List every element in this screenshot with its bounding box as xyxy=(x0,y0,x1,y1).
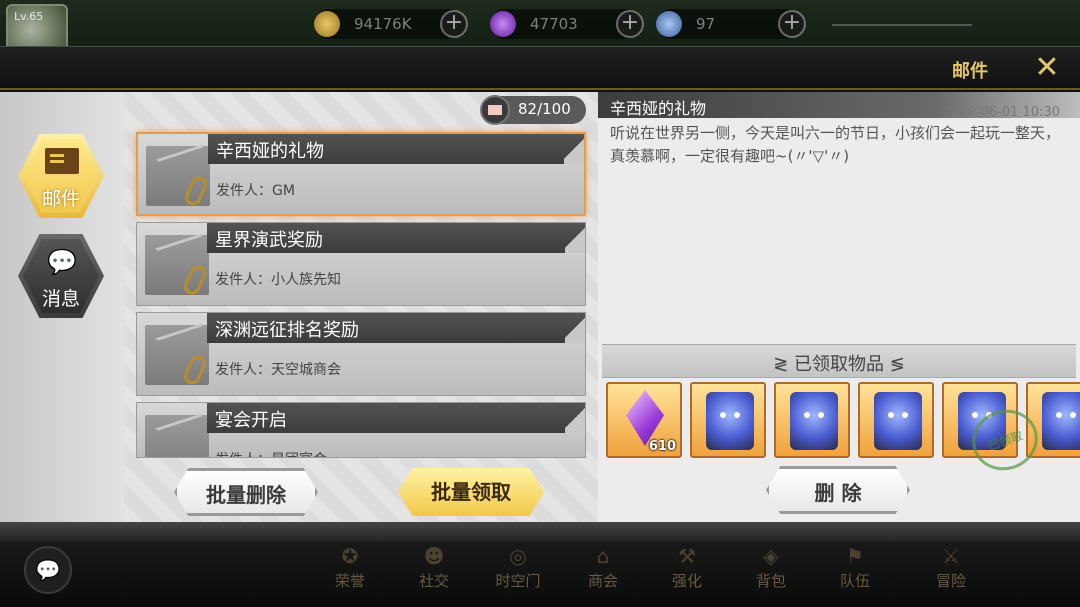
received-items-label: ≷ 已领取物品 ≶ xyxy=(773,354,905,375)
adventure-icon: ⚔ xyxy=(942,544,960,568)
mail-item[interactable]: 星界演武奖励 发件人：小人族先知 xyxy=(136,222,586,306)
add-crystal-button[interactable]: + xyxy=(616,10,644,38)
slime-card-icon xyxy=(706,392,754,450)
mailbox-icon xyxy=(480,95,510,125)
mail-subject: 宴会开启 xyxy=(215,410,287,431)
mail-item[interactable]: 辛西娅的礼物 发件人：GM xyxy=(136,132,586,216)
gold-resource: 94176K + xyxy=(314,9,468,39)
enhance-icon: ⚒ xyxy=(678,544,696,568)
bottom-nav-bar: 💬 ✪ 荣誉 ☻ 社交 ◎ 时空门 ⌂ 商会 ⚒ 强化 ◈ 背包 ⚑ 队伍 ⚔ … xyxy=(0,522,1080,607)
tab-mail-label: 邮件 xyxy=(41,188,80,210)
nav-enhance[interactable]: ⚒ 强化 xyxy=(650,544,724,604)
add-stamina-button[interactable]: + xyxy=(778,10,806,38)
mail-subject: 深渊远征排名奖励 xyxy=(215,320,359,341)
nav-portal-label: 时空门 xyxy=(495,572,541,590)
mail-sender: 发件人：小人族先知 xyxy=(215,272,341,288)
nav-team[interactable]: ⚑ 队伍 xyxy=(818,544,892,604)
reward-item[interactable] xyxy=(690,382,766,458)
portal-icon: ◎ xyxy=(509,544,527,568)
nav-team-label: 队伍 xyxy=(839,572,870,590)
received-items-header: ≷ 已领取物品 ≶ xyxy=(602,344,1076,378)
nav-shop-label: 商会 xyxy=(587,572,618,590)
mail-detail-panel: 辛西娅的礼物 2020-06-01 10:30 听说在世界另一侧，今天是叫六一的… xyxy=(598,92,1080,522)
close-icon[interactable]: ✕ xyxy=(1030,53,1064,83)
honor-icon: ✪ xyxy=(341,544,359,568)
nav-adventure[interactable]: ⚔ 冒险 xyxy=(914,544,988,604)
batch-delete-button[interactable]: 批量删除 xyxy=(174,468,318,516)
nav-portal[interactable]: ◎ 时空门 xyxy=(481,544,555,604)
tab-messages-label: 消息 xyxy=(41,288,80,310)
player-level: Lv.65 xyxy=(14,10,44,23)
bottom-strip xyxy=(0,522,1080,542)
nav-bag[interactable]: ◈ 背包 xyxy=(734,544,808,604)
crystal-value: 47703 xyxy=(530,15,578,33)
crystal-resource: 47703 + xyxy=(490,9,644,39)
mail-subject: 星界演武奖励 xyxy=(215,230,323,251)
tab-mail[interactable]: 邮件 xyxy=(18,134,104,218)
delete-mail-button[interactable]: 删 除 xyxy=(766,466,910,514)
social-icon: ☻ xyxy=(423,544,445,568)
shop-icon: ⌂ xyxy=(596,544,610,568)
nav-honor[interactable]: ✪ 荣誉 xyxy=(313,544,387,604)
mail-title: 邮件 xyxy=(952,61,988,82)
slime-card-icon xyxy=(1042,392,1080,450)
purple-gem-icon xyxy=(626,390,664,446)
detail-body: 听说在世界另一侧，今天是叫六一的节日，小孩们会一起玩一整天，真羡慕啊，一定很有趣… xyxy=(610,124,1061,165)
top-hud: Lv.65 94176K + 47703 + 97 + xyxy=(0,0,1080,56)
bag-icon: ◈ xyxy=(763,544,779,568)
nav-honor-label: 荣誉 xyxy=(334,572,365,590)
add-gold-button[interactable]: + xyxy=(440,10,468,38)
stamina-resource: 97 + xyxy=(656,9,806,39)
mail-subject: 辛西娅的礼物 xyxy=(216,141,324,162)
stamina-value: 97 xyxy=(696,15,716,33)
nav-adventure-label: 冒险 xyxy=(935,572,966,590)
reward-item[interactable]: 610 xyxy=(606,382,682,458)
nav-shop[interactable]: ⌂ 商会 xyxy=(566,544,640,604)
nav-bag-label: 背包 xyxy=(755,572,786,590)
gold-value: 94176K xyxy=(354,15,412,33)
mail-item[interactable]: 深渊远征排名奖励 发件人：天空城商会 xyxy=(136,312,586,396)
envelope-icon xyxy=(45,148,79,174)
mail-counter: 82/100 xyxy=(480,95,586,125)
hud-divider xyxy=(832,24,972,26)
mail-sender: 发件人：GM xyxy=(216,183,295,199)
reward-item[interactable] xyxy=(774,382,850,458)
mail-item[interactable]: 宴会开启 发件人：星团宴会 xyxy=(136,402,586,458)
nav-social-label: 社交 xyxy=(418,572,449,590)
orb-icon xyxy=(656,11,682,37)
reward-item[interactable] xyxy=(858,382,934,458)
envelope-icon xyxy=(145,415,209,457)
mail-header: 邮件 ✕ xyxy=(0,46,1080,90)
detail-date: 2020-06-01 10:30 xyxy=(942,105,1060,120)
team-icon: ⚑ xyxy=(846,544,864,568)
mail-count: 82/100 xyxy=(518,100,571,118)
slime-card-icon xyxy=(790,392,838,450)
reward-qty: 610 xyxy=(648,439,676,454)
detail-title: 辛西娅的礼物 xyxy=(610,99,707,118)
nav-social[interactable]: ☻ 社交 xyxy=(397,544,471,604)
batch-claim-button[interactable]: 批量领取 xyxy=(398,468,544,516)
purple-crystal-icon xyxy=(490,11,516,37)
mail-sender: 发件人：星团宴会 xyxy=(215,449,327,457)
mail-list-panel: 82/100 辛西娅的礼物 发件人：GM 星界演武奖励 发件人：小人族先知 深渊… xyxy=(124,92,598,522)
nav-enhance-label: 强化 xyxy=(671,572,702,590)
mail-sender: 发件人：天空城商会 xyxy=(215,362,341,378)
gold-coin-icon xyxy=(314,11,340,37)
chat-bubble-icon: 💬 xyxy=(47,248,77,276)
chat-icon[interactable]: 💬 xyxy=(24,546,72,594)
tab-messages[interactable]: 💬 消息 xyxy=(18,234,104,318)
slime-card-icon xyxy=(874,392,922,450)
mail-sidebar: 邮件 💬 消息 xyxy=(0,92,124,522)
